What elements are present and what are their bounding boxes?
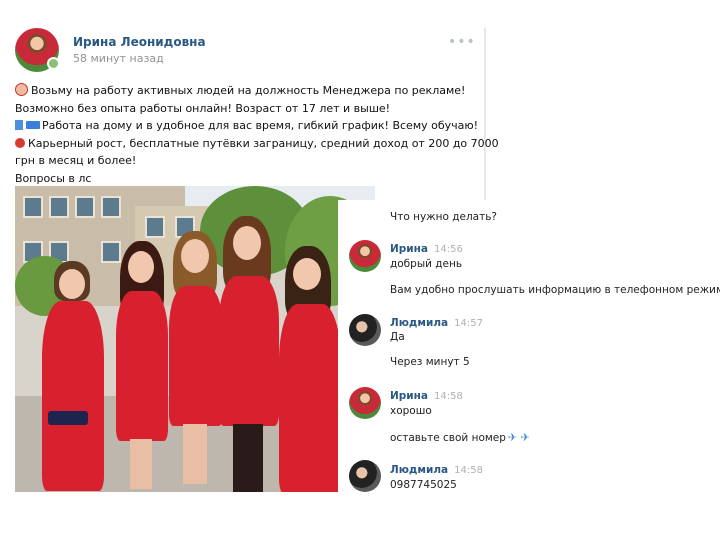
post-line-1: Возьму на работу активных людей на должн… bbox=[15, 82, 475, 100]
chat-author-ludmila[interactable]: Людмила 14:58 bbox=[390, 464, 483, 476]
chat-timestamp: 14:58 bbox=[434, 391, 463, 402]
chat-message: Да bbox=[390, 331, 405, 343]
post-line-3: Работа на дому и в удобное для вас время… bbox=[15, 117, 478, 135]
post-line-5: грн в месяц и более! bbox=[15, 154, 137, 167]
chat-message: 0987745025 bbox=[390, 479, 457, 491]
post-author-name[interactable]: Ирина Леонидовна bbox=[73, 35, 206, 49]
post-photo[interactable] bbox=[15, 186, 375, 492]
laptop-emoji-icon bbox=[26, 121, 40, 129]
photo-window bbox=[49, 196, 69, 218]
chat-message: Что нужно делать? bbox=[390, 211, 497, 223]
chat-timestamp: 14:56 bbox=[434, 244, 463, 255]
photo-window bbox=[101, 241, 121, 263]
chat-author-ludmila[interactable]: Людмила 14:57 bbox=[390, 317, 483, 329]
post-line-4: Карьерный рост, бесплатные путёвки загра… bbox=[15, 135, 499, 153]
photo-window bbox=[23, 196, 43, 218]
online-indicator bbox=[47, 57, 60, 70]
post-line-2: Возможно без опыта работы онлайн! Возрас… bbox=[15, 101, 391, 115]
chat-author-irina[interactable]: Ирина 14:58 bbox=[390, 390, 463, 402]
chat-avatar-ludmila[interactable] bbox=[349, 460, 381, 492]
chat-timestamp: 14:58 bbox=[454, 465, 483, 476]
chat-message: добрый день bbox=[390, 258, 463, 270]
wall-post: Ирина Леонидовна 58 минут назад ••• Возь… bbox=[0, 0, 499, 210]
chat-author-irina[interactable]: Ирина 14:56 bbox=[390, 243, 463, 255]
post-timestamp[interactable]: 58 минут назад bbox=[73, 52, 164, 65]
chat-message: Вам удобно прослушать информацию в телеф… bbox=[390, 284, 720, 296]
chat-message: оставьте свой номер ✈ ✈ bbox=[390, 431, 530, 444]
phone-emoji-icon bbox=[15, 120, 23, 130]
chat-timestamp: 14:57 bbox=[454, 318, 483, 329]
divider bbox=[484, 28, 486, 204]
photo-window bbox=[145, 216, 165, 238]
airplane-emoji-icon: ✈ ✈ bbox=[507, 431, 530, 444]
chat-avatar-irina[interactable] bbox=[349, 387, 381, 419]
photo-window bbox=[101, 196, 121, 218]
author-avatar[interactable] bbox=[15, 28, 60, 72]
red-circle-emoji-icon bbox=[15, 137, 25, 148]
chat-avatar-irina[interactable] bbox=[349, 240, 381, 272]
girl-emoji-icon bbox=[15, 83, 28, 96]
chat-avatar-ludmila[interactable] bbox=[349, 314, 381, 346]
chat-message: хорошо bbox=[390, 405, 432, 417]
photo-window bbox=[75, 196, 95, 218]
post-line-6: Вопросы в лс bbox=[15, 171, 92, 185]
post-text: Возьму на работу активных людей на должн… bbox=[15, 82, 499, 187]
more-dots-icon[interactable]: ••• bbox=[448, 34, 476, 50]
chat-message: Через минут 5 bbox=[390, 356, 470, 368]
